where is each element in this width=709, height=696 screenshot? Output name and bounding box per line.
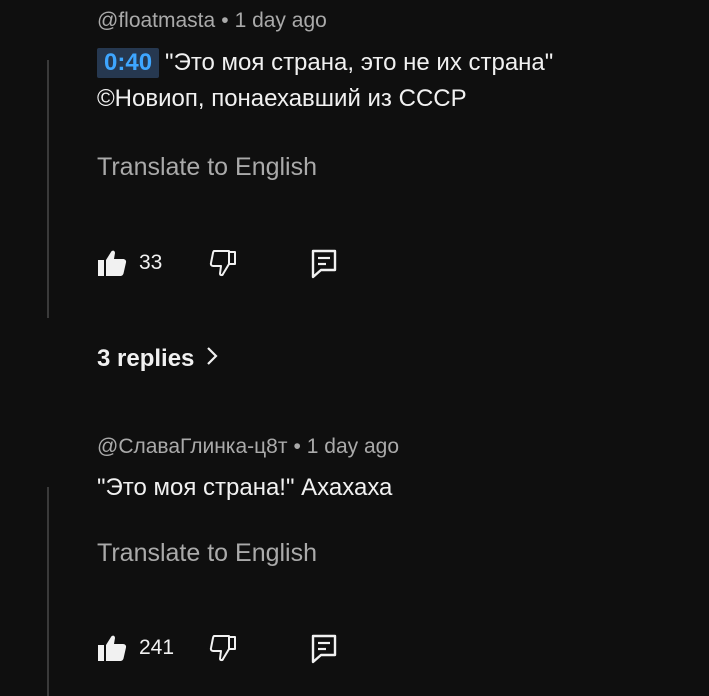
dislike-button[interactable] — [209, 249, 237, 277]
comment-text-line: ©Новиоп, понаехавший из СССР — [97, 85, 467, 112]
like-button[interactable]: 241 — [97, 634, 174, 662]
reply-button[interactable] — [311, 634, 337, 664]
comment-item: @floatmasta • 1 day ago 0:40 "Это моя стран… — [97, 8, 689, 298]
comment-author[interactable]: @СлаваГлинка-ц8т — [97, 435, 287, 458]
comment-text: 0:40 "Это моя страна, это не их страна" ©… — [97, 45, 689, 117]
comment-actions: 33 — [97, 246, 357, 280]
like-count: 33 — [139, 251, 163, 274]
thumbs-up-icon — [97, 249, 127, 277]
replies-toggle[interactable]: 3 replies — [97, 342, 218, 376]
comment-text-line: "Это моя страна, это не их страна" — [165, 49, 554, 76]
like-button[interactable]: 33 — [97, 249, 162, 277]
thread-line — [47, 60, 49, 318]
like-count: 241 — [139, 636, 175, 659]
comment-reply-icon — [311, 249, 337, 279]
comment-reply-icon — [311, 634, 337, 664]
meta-separator: • — [293, 435, 301, 458]
thumbs-down-icon — [209, 634, 237, 662]
comment-actions: 241 — [97, 631, 357, 665]
translate-button[interactable]: Translate to English — [97, 538, 317, 568]
thumbs-up-icon — [97, 634, 127, 662]
chevron-right-icon — [194, 342, 218, 376]
dislike-button[interactable] — [209, 634, 237, 662]
thread-line — [47, 487, 49, 696]
comment-meta: @floatmasta • 1 day ago — [97, 8, 689, 34]
meta-separator: • — [221, 9, 229, 32]
thumbs-down-icon — [209, 249, 237, 277]
replies-label: 3 replies — [97, 345, 195, 372]
comment-time[interactable]: 1 day ago — [235, 9, 327, 32]
comment-meta: @СлаваГлинка-ц8т • 1 day ago — [97, 434, 689, 460]
reply-button[interactable] — [311, 249, 337, 279]
comment-time[interactable]: 1 day ago — [307, 435, 399, 458]
comment-text: "Это моя страна!" Ахахаха — [97, 474, 393, 501]
comment-item: @СлаваГлинка-ц8т • 1 day ago "Это моя стра… — [97, 434, 689, 696]
timestamp-link[interactable]: 0:40 — [97, 48, 160, 78]
translate-button[interactable]: Translate to English — [97, 152, 317, 182]
comment-author[interactable]: @floatmasta — [97, 9, 215, 32]
